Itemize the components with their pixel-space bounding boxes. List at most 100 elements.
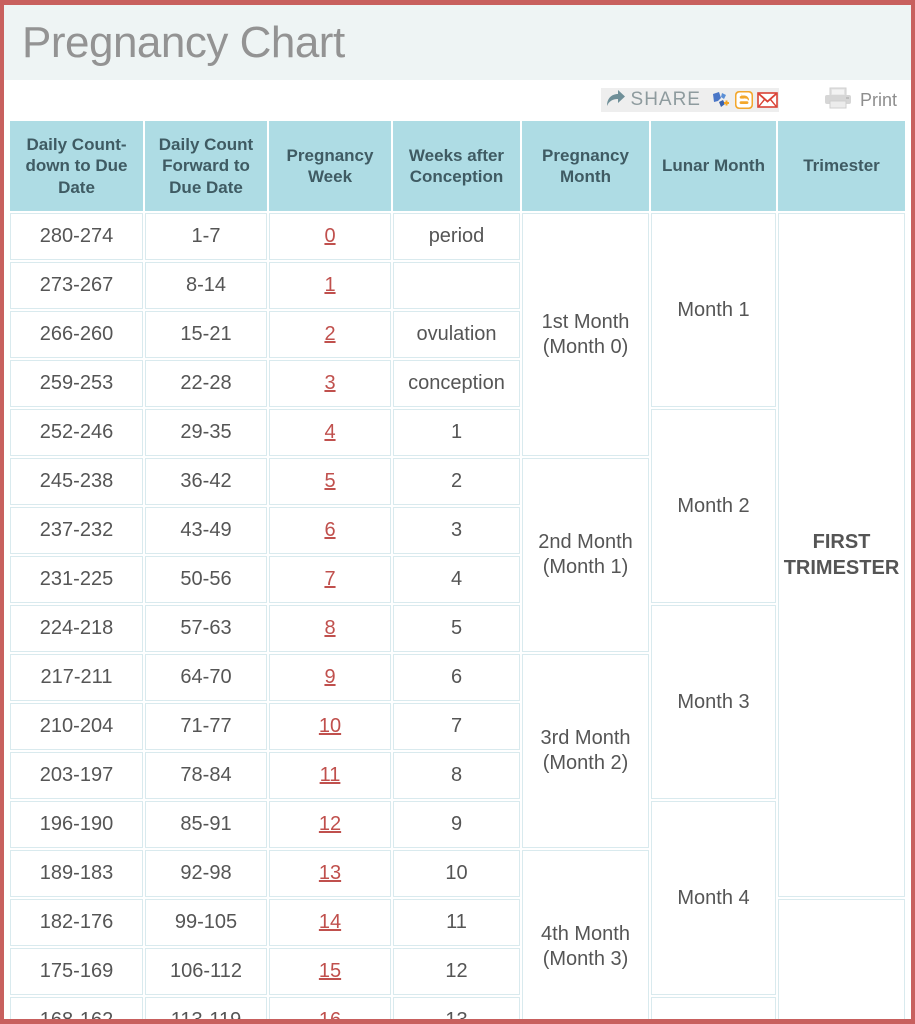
cell-daily-countforward: 57-63 [145, 605, 267, 652]
cell-pregnancy-month-sublabel: (Month 3) [542, 948, 629, 970]
cell-weeks-after-conception: 11 [393, 899, 520, 946]
pregnancy-chart-page: Pregnancy Chart SHARE Print Daily Count-… [0, 0, 915, 1024]
pregnancy-week-link[interactable]: 10 [319, 715, 341, 737]
cell-daily-countdown: 252-246 [10, 409, 143, 456]
cell-daily-countforward: 99-105 [145, 899, 267, 946]
cell-daily-countforward: 15-21 [145, 311, 267, 358]
cell-daily-countforward: 64-70 [145, 654, 267, 701]
facebook-share-icon[interactable] [708, 89, 731, 111]
print-label: Print [859, 89, 897, 110]
cell-daily-countdown: 217-211 [10, 654, 143, 701]
pregnancy-week-link[interactable]: 5 [324, 470, 335, 492]
cell-pregnancy-week: 6 [269, 507, 391, 554]
cell-weeks-after-conception: ovulation [393, 311, 520, 358]
column-header-daily-countforward: Daily Count Forward to Due Date [145, 121, 267, 211]
table-row: 168-162 113-119 16 13 [10, 997, 905, 1019]
pregnancy-week-link[interactable]: 3 [324, 372, 335, 394]
cell-pregnancy-month-sublabel: (Month 0) [542, 335, 629, 358]
cell-lunar-month: Month 3 [651, 605, 776, 799]
pregnancy-week-link[interactable]: 8 [324, 617, 335, 639]
cell-weeks-after-conception: 10 [393, 850, 520, 897]
cell-pregnancy-week: 7 [269, 556, 391, 603]
cell-pregnancy-week: 8 [269, 605, 391, 652]
title-bar: Pregnancy Chart [4, 5, 911, 81]
cell-daily-countdown: 203-197 [10, 752, 143, 799]
cell-pregnancy-month-sublabel: (Month 2) [542, 752, 629, 774]
cell-pregnancy-week: 5 [269, 458, 391, 505]
cell-weeks-after-conception: conception [393, 360, 520, 407]
cell-pregnancy-week: 1 [269, 262, 391, 309]
printer-icon [823, 86, 853, 115]
pregnancy-week-link[interactable]: 1 [324, 274, 335, 296]
cell-weeks-after-conception: 8 [393, 752, 520, 799]
cell-daily-countforward: 106-112 [145, 948, 267, 995]
cell-daily-countdown: 182-176 [10, 899, 143, 946]
column-header-weeks-after-conception: Weeks after Conception [393, 121, 520, 211]
pregnancy-week-link[interactable]: 12 [319, 813, 341, 835]
share-label: SHARE [630, 89, 701, 110]
pregnancy-week-link[interactable]: 2 [324, 323, 335, 345]
pregnancy-week-link[interactable]: 14 [319, 911, 341, 933]
pregnancy-week-link[interactable]: 7 [324, 568, 335, 590]
pregnancy-week-link[interactable]: 6 [324, 519, 335, 541]
cell-lunar-month-label: Month 3 [677, 690, 750, 713]
cell-daily-countforward: 92-98 [145, 850, 267, 897]
cell-daily-countdown: 196-190 [10, 801, 143, 848]
cell-lunar-month [651, 997, 776, 1019]
cell-pregnancy-week: 16 [269, 997, 391, 1019]
cell-daily-countforward: 50-56 [145, 556, 267, 603]
cell-daily-countforward: 36-42 [145, 458, 267, 505]
cell-pregnancy-month-label: 1st Month [541, 310, 630, 333]
column-header-trimester: Trimester [778, 121, 905, 211]
cell-pregnancy-month-label: 3rd Month [540, 727, 631, 749]
cell-pregnancy-month: 2nd Month (Month 1) [522, 458, 649, 652]
pregnancy-week-link[interactable]: 13 [319, 862, 341, 884]
cell-daily-countforward: 113-119 [145, 997, 267, 1019]
cell-daily-countforward: 29-35 [145, 409, 267, 456]
pregnancy-week-link[interactable]: 16 [319, 1009, 341, 1019]
cell-daily-countdown: 210-204 [10, 703, 143, 750]
cell-lunar-month-label: Month 4 [677, 886, 750, 909]
pregnancy-week-link[interactable]: 0 [324, 225, 335, 247]
blogger-share-icon[interactable] [732, 89, 755, 111]
cell-weeks-after-conception: 9 [393, 801, 520, 848]
gmail-share-icon[interactable] [756, 89, 779, 111]
cell-trimester-sublabel: TRIMESTER [783, 557, 900, 579]
cell-pregnancy-month: 3rd Month (Month 2) [522, 654, 649, 848]
pregnancy-week-link[interactable]: 15 [319, 960, 341, 982]
share-cluster: SHARE [600, 88, 779, 112]
cell-daily-countdown: 175-169 [10, 948, 143, 995]
cell-pregnancy-week: 11 [269, 752, 391, 799]
print-button[interactable]: Print [823, 86, 897, 115]
cell-pregnancy-week: 10 [269, 703, 391, 750]
pregnancy-week-link[interactable]: 11 [320, 764, 341, 786]
cell-daily-countdown: 280-274 [10, 213, 143, 260]
cell-pregnancy-month-label: 2nd Month [538, 531, 633, 553]
cell-daily-countdown: 245-238 [10, 458, 143, 505]
pregnancy-week-link[interactable]: 4 [324, 421, 335, 443]
cell-pregnancy-month-label: 4th Month [541, 923, 630, 945]
cell-trimester-label: FIRST [812, 531, 871, 553]
table-row: 224-218 57-63 8 5 Month 3 [10, 605, 905, 799]
cell-daily-countdown: 266-260 [10, 311, 143, 358]
column-header-daily-countdown: Daily Count-down to Due Date [10, 121, 143, 211]
cell-weeks-after-conception: 3 [393, 507, 520, 554]
cell-pregnancy-week: 15 [269, 948, 391, 995]
cell-daily-countforward: 71-77 [145, 703, 267, 750]
cell-daily-countforward: 1-7 [145, 213, 267, 260]
cell-daily-countdown: 224-218 [10, 605, 143, 652]
cell-daily-countdown: 231-225 [10, 556, 143, 603]
cell-trimester: FIRST TRIMESTER [778, 213, 905, 897]
table-header: Daily Count-down to Due Date Daily Count… [10, 121, 905, 211]
cell-pregnancy-week: 9 [269, 654, 391, 701]
cell-pregnancy-week: 0 [269, 213, 391, 260]
pregnancy-week-link[interactable]: 9 [324, 666, 335, 688]
column-header-pregnancy-month: Pregnancy Month [522, 121, 649, 211]
cell-lunar-month: Month 1 [651, 213, 776, 407]
cell-lunar-month: Month 4 [651, 801, 776, 995]
cell-pregnancy-month-sublabel: (Month 1) [542, 556, 629, 578]
share-button[interactable]: SHARE [601, 88, 707, 112]
cell-daily-countdown: 259-253 [10, 360, 143, 407]
cell-daily-countforward: 43-49 [145, 507, 267, 554]
table-header-row: Daily Count-down to Due Date Daily Count… [10, 121, 905, 211]
